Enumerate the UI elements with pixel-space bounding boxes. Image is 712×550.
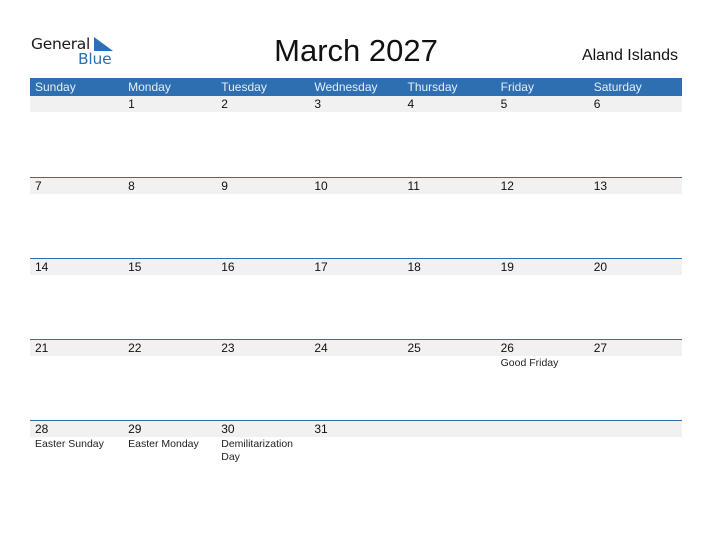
day-cell: 29 Easter Monday: [123, 421, 216, 464]
day-number: 2: [221, 97, 228, 111]
day-number: 12: [500, 179, 514, 193]
day-cell: 30 Demilitarization Day: [216, 421, 309, 464]
day-cell: 27: [589, 340, 682, 370]
day-number: 19: [500, 260, 514, 274]
weekday-header: Sunday Monday Tuesday Wednesday Thursday…: [30, 78, 682, 96]
week-row: 1 2 3 4 5 6: [30, 96, 682, 177]
day-cell: 1: [123, 96, 216, 113]
day-cell: 19: [496, 259, 589, 276]
day-cell: 13: [589, 178, 682, 195]
day-number: 27: [593, 341, 608, 355]
day-number: 11: [407, 179, 420, 193]
day-cell: 12: [496, 178, 589, 195]
day-cell: [30, 96, 123, 113]
day-number: [594, 421, 682, 437]
day-cell: 7: [30, 178, 123, 195]
day-number: 17: [314, 260, 328, 274]
day-cell: [403, 421, 496, 464]
weekday-thursday: Thursday: [407, 80, 458, 94]
day-cell: 10: [309, 178, 402, 195]
day-number: 28: [35, 422, 49, 436]
week-cells: 1 2 3 4 5 6: [30, 96, 682, 113]
day-number: 1: [128, 97, 135, 111]
day-cell: 11: [403, 178, 496, 195]
day-number: 26: [500, 341, 514, 355]
day-cell: 3: [309, 96, 402, 113]
weekday-saturday: Saturday: [593, 80, 642, 94]
weekday-monday: Monday: [128, 80, 171, 94]
holiday-label: Easter Monday: [128, 438, 199, 450]
day-number: 4: [407, 97, 415, 111]
day-cell: 15: [123, 259, 216, 276]
day-number: 21: [35, 341, 49, 355]
day-number: 8: [128, 179, 135, 193]
week-cells: 7 8 9 10 11 12 13: [30, 178, 682, 195]
day-number: 29: [128, 422, 142, 436]
day-number: 10: [314, 179, 328, 193]
day-cell: 28 Easter Sunday: [30, 421, 123, 464]
day-cell: 5: [496, 96, 589, 113]
day-number: 5: [500, 97, 508, 111]
day-number: 25: [407, 341, 421, 355]
week-cells: 14 15 16 17 18 19 20: [30, 259, 682, 276]
day-cell: 21: [30, 340, 123, 370]
day-number: 13: [593, 179, 608, 193]
day-cell: 4: [403, 96, 496, 113]
day-cell: 16: [216, 259, 309, 276]
day-cell: 23: [216, 340, 309, 370]
day-number: 6: [593, 97, 601, 111]
day-cell: 20: [589, 259, 682, 276]
day-number: 16: [221, 260, 235, 274]
weeks-container: 1 2 3 4 5 6 7 8 9 10 11 12 13 14 15 16 17 18 19 20 21 22 23 24 2…: [30, 96, 682, 501]
day-number: [501, 421, 589, 437]
day-number: [408, 421, 496, 437]
week-row: 21 22 23 24 25 26 Good Friday 27: [30, 339, 682, 420]
day-number: 3: [314, 97, 322, 111]
week-row: 7 8 9 10 11 12 13: [30, 177, 682, 258]
country-name: Aland Islands: [581, 47, 678, 64]
day-number: 18: [407, 260, 421, 274]
day-number: 24: [314, 341, 328, 355]
weekday-friday: Friday: [500, 80, 534, 94]
day-cell: 17: [309, 259, 402, 276]
day-cell: 2: [216, 96, 309, 113]
day-number: 23: [221, 341, 235, 355]
day-cell: 24: [309, 340, 402, 370]
day-cell: 18: [403, 259, 496, 276]
weekday-wednesday: Wednesday: [314, 80, 378, 94]
holiday-label: Demilitarization Day: [221, 438, 294, 463]
day-number: 7: [35, 179, 42, 193]
day-cell: 6: [589, 96, 682, 113]
day-cell: [496, 421, 589, 464]
month-year: March 2027: [274, 33, 438, 68]
calendar-grid: Sunday Monday Tuesday Wednesday Thursday…: [30, 78, 682, 501]
day-cell: [589, 421, 682, 464]
day-cell: 14: [30, 259, 123, 276]
day-cell: 8: [123, 178, 216, 195]
weekday-sunday: Sunday: [35, 80, 76, 94]
day-number: 20: [593, 260, 608, 274]
week-row: 28 Easter Sunday 29 Easter Monday 30 Demilita…: [30, 420, 682, 501]
day-number: 30: [221, 422, 235, 436]
day-number: 22: [128, 341, 142, 355]
day-number: 9: [221, 179, 228, 193]
day-cell: 22: [123, 340, 216, 370]
day-number: 31: [314, 422, 328, 436]
day-number: [35, 96, 123, 112]
day-number: 14: [35, 260, 49, 274]
week-row: 14 15 16 17 18 19 20: [30, 258, 682, 339]
day-cell: 25: [403, 340, 496, 370]
week-cells: 28 Easter Sunday 29 Easter Monday 30 Demilita…: [30, 421, 682, 464]
holiday-label: Easter Sunday: [35, 438, 104, 450]
day-number: 15: [128, 260, 142, 274]
day-cell: 26 Good Friday: [496, 340, 589, 370]
day-cell: 31: [309, 421, 402, 464]
week-cells: 21 22 23 24 25 26 Good Friday 27: [30, 340, 682, 370]
weekday-tuesday: Tuesday: [221, 80, 267, 94]
holiday-label: Good Friday: [500, 357, 559, 369]
day-cell: 9: [216, 178, 309, 195]
